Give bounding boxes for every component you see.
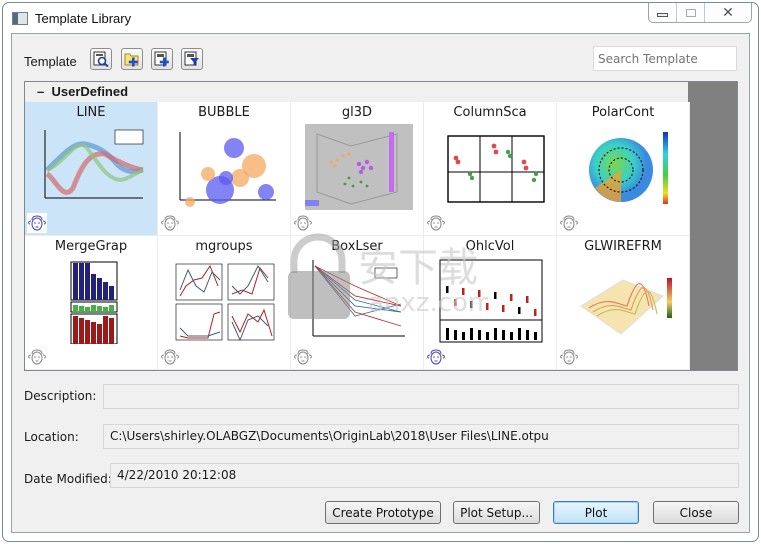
filter-template-button[interactable] xyxy=(181,48,203,70)
template-thumbnail xyxy=(168,122,281,210)
sheep-icon xyxy=(27,213,47,233)
template-thumbnail xyxy=(434,256,547,344)
template-thumbnail xyxy=(434,122,547,210)
sheep-icon xyxy=(426,347,446,367)
add-folder-icon xyxy=(124,53,139,67)
plot-setup-button[interactable]: Plot Setup... xyxy=(453,501,540,524)
template-item-gl3d[interactable]: gl3D xyxy=(291,102,424,236)
template-grid: LINE BUBBLE gl3D ColumnSca PolarCont Mer… xyxy=(25,102,690,370)
location-field[interactable]: C:\Users\shirley.OLABGZ\Documents\Origin… xyxy=(103,424,739,449)
template-title: PolarCont xyxy=(591,105,655,120)
sheep-icon xyxy=(27,347,47,367)
minimize-button[interactable] xyxy=(649,3,677,22)
title-bar[interactable]: Template Library ✕ xyxy=(3,3,758,33)
add-folder-button[interactable] xyxy=(121,48,143,70)
sheep-icon xyxy=(293,347,313,367)
template-title: mgroups xyxy=(195,239,253,254)
window-controls: ✕ xyxy=(648,3,752,23)
template-title: BoxLser xyxy=(331,239,383,254)
date-modified-field[interactable]: 4/22/2010 20:12:08 xyxy=(110,463,739,488)
template-title: LINE xyxy=(76,105,106,120)
template-gallery: – UserDefined LINE BUBBLE gl3D ColumnSca xyxy=(24,81,738,371)
template-title: ColumnSca xyxy=(453,105,527,120)
sheep-icon xyxy=(559,213,579,233)
collapse-toggle[interactable]: – xyxy=(37,84,44,99)
template-item-glwirefrm[interactable]: GLWIREFRM xyxy=(557,236,690,370)
window-title: Template Library xyxy=(35,11,132,26)
template-thumbnail xyxy=(301,122,414,210)
maximize-icon xyxy=(685,8,696,17)
template-item-mergegrap[interactable]: MergeGrap xyxy=(25,236,158,370)
group-header-userdefined[interactable]: – UserDefined xyxy=(25,82,688,102)
template-title: BUBBLE xyxy=(198,105,250,120)
filter-template-icon xyxy=(184,51,199,66)
template-item-bubble[interactable]: BUBBLE xyxy=(158,102,291,236)
sheep-icon xyxy=(160,347,180,367)
template-title: MergeGrap xyxy=(54,239,128,254)
group-name: UserDefined xyxy=(51,84,129,99)
template-item-ohlcvol[interactable]: OhlcVol xyxy=(424,236,557,370)
template-title: GLWIREFRM xyxy=(584,239,662,254)
sheep-icon xyxy=(426,213,446,233)
description-field[interactable] xyxy=(103,384,739,409)
create-prototype-button[interactable]: Create Prototype xyxy=(325,501,441,524)
sheep-icon xyxy=(160,213,180,233)
close-window-button[interactable]: ✕ xyxy=(705,3,751,22)
plot-button[interactable]: Plot xyxy=(553,501,639,524)
minimize-icon xyxy=(657,12,668,17)
template-thumbnail xyxy=(35,256,148,345)
preview-template-button[interactable] xyxy=(90,48,112,70)
preview-template-icon xyxy=(93,51,109,67)
template-title: gl3D xyxy=(341,105,373,120)
template-thumbnail xyxy=(567,122,680,210)
template-item-boxlser[interactable]: BoxLser xyxy=(291,236,424,370)
template-thumbnail xyxy=(301,256,414,344)
template-title: OhlcVol xyxy=(465,239,515,254)
template-thumbnail xyxy=(168,256,281,344)
sheep-icon xyxy=(293,213,313,233)
close-button[interactable]: Close xyxy=(653,501,739,524)
template-thumbnail xyxy=(567,256,680,344)
location-label: Location: xyxy=(24,430,79,444)
close-icon: ✕ xyxy=(722,4,734,20)
add-template-icon xyxy=(154,51,169,67)
template-item-polarcont[interactable]: PolarCont xyxy=(557,102,690,236)
search-template-input[interactable] xyxy=(593,46,737,71)
description-label: Description: xyxy=(24,389,97,403)
app-icon xyxy=(12,12,28,25)
date-modified-label: Date Modified: xyxy=(24,472,112,486)
template-item-line[interactable]: LINE xyxy=(25,102,158,236)
dialog-body: Template – UserDefined LINE BUBBLE xyxy=(11,33,750,533)
template-label: Template xyxy=(24,54,77,69)
template-item-columnsca[interactable]: ColumnSca xyxy=(424,102,557,236)
template-thumbnail xyxy=(35,122,148,210)
template-library-window: Template Library ✕ Template – UserDefine… xyxy=(2,2,759,542)
maximize-button[interactable] xyxy=(677,3,705,22)
add-template-button[interactable] xyxy=(151,48,173,70)
sheep-icon xyxy=(559,347,579,367)
template-item-mgroups[interactable]: mgroups xyxy=(158,236,291,370)
